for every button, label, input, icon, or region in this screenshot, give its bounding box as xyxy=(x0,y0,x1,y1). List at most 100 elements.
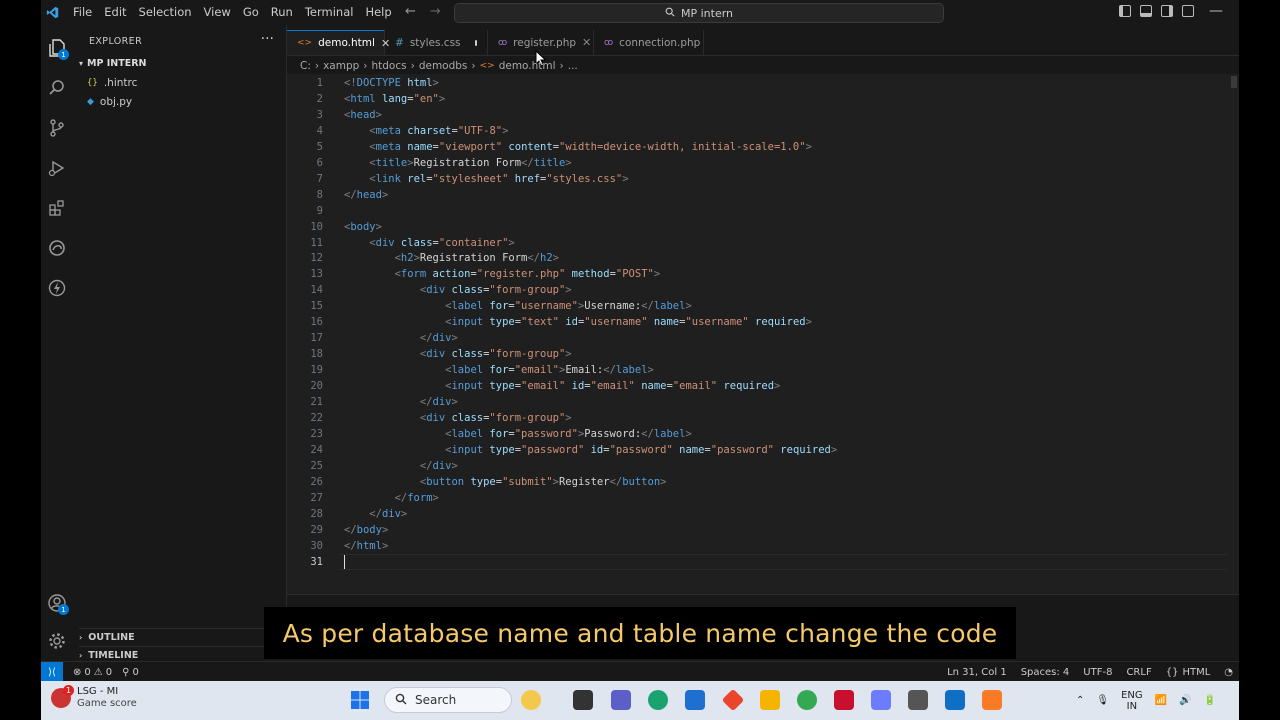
widgets-button[interactable]: 1 LSG - MI Game score xyxy=(51,685,137,710)
code-token: > xyxy=(400,507,408,520)
unsaved-dot-icon[interactable] xyxy=(474,39,477,46)
wifi-icon[interactable]: 📶 xyxy=(1155,695,1167,706)
menu-edit[interactable]: Edit xyxy=(98,0,132,25)
code-token: "email" xyxy=(590,380,635,393)
encoding[interactable]: UTF-8 xyxy=(1083,667,1112,678)
store-icon[interactable] xyxy=(685,690,705,710)
office-icon[interactable] xyxy=(721,688,745,712)
ports-indicator[interactable]: ⚲ 0 xyxy=(122,667,139,678)
news-widget-icon[interactable] xyxy=(521,690,541,710)
line-number: 11 xyxy=(310,236,323,249)
code-token: > xyxy=(375,108,382,121)
code-token: "password" xyxy=(514,427,578,440)
toggle-secondary-sidebar-icon[interactable] xyxy=(1161,5,1173,17)
end-of-line[interactable]: CRLF xyxy=(1126,667,1151,678)
code-editor[interactable]: 1 <!DOCTYPE html> 2 <html lang="en"> 3 <head>… xyxy=(287,74,1239,594)
code-token: head xyxy=(350,108,376,121)
minimap[interactable] xyxy=(1229,74,1239,134)
file-explorer-icon[interactable] xyxy=(760,690,780,710)
edge-icon[interactable] xyxy=(44,235,70,261)
snipping-tool-icon[interactable] xyxy=(871,690,891,710)
minimize-icon[interactable]: — xyxy=(1209,3,1223,19)
gear-icon[interactable] xyxy=(44,628,70,654)
tab-demo-html[interactable]: <> demo.html ✕ xyxy=(287,30,390,55)
timeline-label: TIMELINE xyxy=(88,650,139,661)
battery-icon[interactable]: 🔋 xyxy=(1204,695,1216,706)
code-token: </ xyxy=(609,475,623,488)
menu-help[interactable]: Help xyxy=(359,0,397,25)
back-arrow-icon[interactable]: ← xyxy=(405,4,416,19)
indentation[interactable]: Spaces: 4 xyxy=(1021,667,1070,678)
chevron-up-icon[interactable]: ⌃ xyxy=(1076,695,1084,706)
calculator-icon[interactable] xyxy=(908,690,928,710)
command-center-search[interactable]: MP intern xyxy=(454,3,944,23)
teams-icon[interactable] xyxy=(611,690,631,710)
file-item-hintrc[interactable]: {} .hintrc xyxy=(87,77,137,89)
forward-arrow-icon[interactable]: → xyxy=(430,4,441,19)
menu-terminal[interactable]: Terminal xyxy=(299,0,360,25)
run-debug-icon[interactable] xyxy=(44,155,70,181)
source-control-icon[interactable] xyxy=(44,115,70,141)
edge-icon[interactable] xyxy=(648,690,668,710)
problems-indicator[interactable]: ⊗ 0 ⚠ 0 xyxy=(73,667,112,678)
toggle-panel-icon[interactable] xyxy=(1140,5,1152,17)
account-icon[interactable]: 1 xyxy=(44,590,70,616)
volume-icon[interactable]: 🔊 xyxy=(1179,695,1191,706)
taskbar-search[interactable]: Search xyxy=(384,687,512,713)
code-token: > xyxy=(438,92,446,105)
cricket-icon: 1 xyxy=(51,685,74,708)
microphone-icon[interactable]: 🎙 xyxy=(1096,695,1109,706)
php-file-icon: ꝏ xyxy=(498,37,508,48)
breadcrumb-item[interactable]: demodbs xyxy=(419,60,468,72)
menu-view[interactable]: View xyxy=(198,0,237,25)
file-item-obj-py[interactable]: ◆ obj.py xyxy=(87,96,132,108)
cursor-position[interactable]: Ln 31, Col 1 xyxy=(947,667,1007,678)
code-token: "UTF-8" xyxy=(457,124,503,137)
code-token: name xyxy=(679,443,705,456)
menu-file[interactable]: File xyxy=(67,0,98,25)
mcafee-icon[interactable] xyxy=(834,690,854,710)
remote-indicator-icon[interactable]: ⟩⟨ xyxy=(41,662,63,682)
chrome-icon[interactable] xyxy=(797,690,817,710)
extensions-icon[interactable] xyxy=(44,195,70,221)
breadcrumb-item[interactable]: xampp xyxy=(323,60,359,72)
tab-styles-css[interactable]: # styles.css xyxy=(385,30,488,55)
line-number: 17 xyxy=(310,332,323,345)
toggle-primary-sidebar-icon[interactable] xyxy=(1119,5,1131,17)
menu-go[interactable]: Go xyxy=(237,0,265,25)
code-token: div xyxy=(432,459,452,472)
breadcrumb-item[interactable]: demo.html xyxy=(499,60,556,72)
workspace-folder[interactable]: ▾ MP INTERN xyxy=(79,58,146,69)
line-number: 5 xyxy=(316,140,323,153)
breadcrumb-item[interactable]: htdocs xyxy=(372,60,407,72)
code-token: input xyxy=(451,316,484,329)
code-token: content xyxy=(508,140,553,153)
code-token: "username" xyxy=(685,316,749,329)
language-indicator[interactable]: ENG IN xyxy=(1121,690,1143,712)
customize-layout-icon[interactable] xyxy=(1182,5,1194,17)
menu-selection[interactable]: Selection xyxy=(133,0,198,25)
vscode-taskbar-icon[interactable] xyxy=(945,690,965,710)
outline-section[interactable]: › OUTLINE xyxy=(79,628,279,643)
breadcrumb-item[interactable]: C: xyxy=(300,60,311,72)
widget-subtitle: Game score xyxy=(77,698,137,709)
language-mode[interactable]: {} HTML xyxy=(1166,667,1211,678)
breadcrumb-item[interactable]: ... xyxy=(568,60,578,72)
timeline-section[interactable]: › TIMELINE xyxy=(79,646,279,661)
close-icon[interactable]: ✕ xyxy=(582,36,591,49)
code-token: div xyxy=(381,507,401,520)
menu-run[interactable]: Run xyxy=(265,0,299,25)
file-name: obj.py xyxy=(99,96,133,108)
windows-start-icon[interactable] xyxy=(350,690,370,710)
task-view-icon[interactable] xyxy=(573,690,593,710)
explorer-icon[interactable]: 1 xyxy=(44,35,70,61)
more-actions-icon[interactable]: ··· xyxy=(261,31,274,47)
tab-connection-php[interactable]: ꝏ connection.php xyxy=(594,30,704,55)
search-icon[interactable] xyxy=(44,75,70,101)
xampp-icon[interactable] xyxy=(982,690,1002,710)
line-text: <div class="form-group"> xyxy=(344,346,572,362)
lightning-icon[interactable] xyxy=(44,275,70,301)
notifications-icon[interactable]: ◔ xyxy=(1224,667,1233,678)
code-token: Registration Form xyxy=(419,252,528,265)
